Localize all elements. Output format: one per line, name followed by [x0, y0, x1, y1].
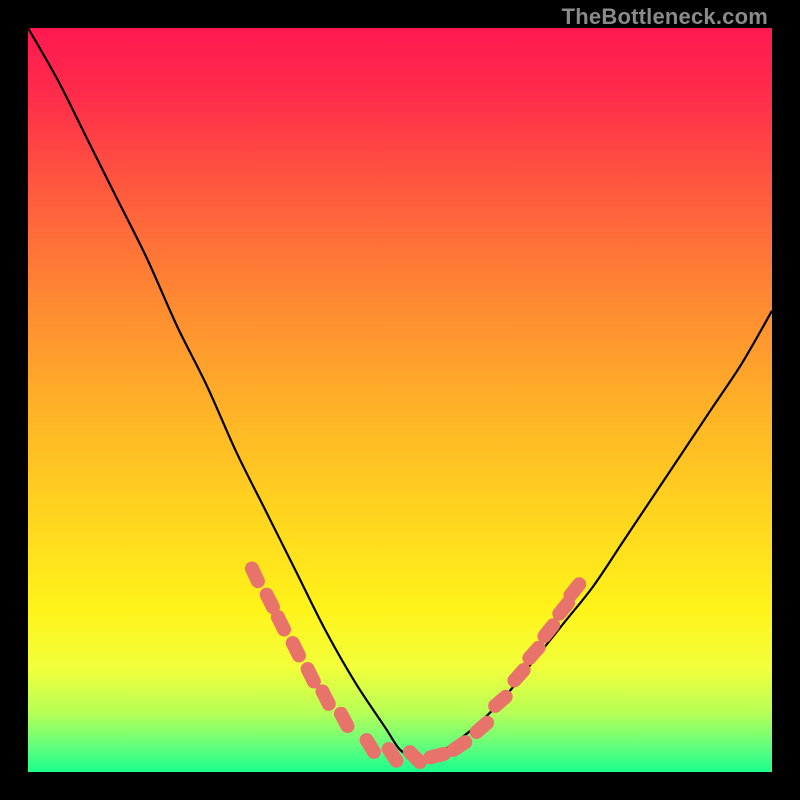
bottleneck-chart — [28, 28, 772, 772]
gradient-background — [28, 28, 772, 772]
watermark-text: TheBottleneck.com — [562, 4, 768, 30]
chart-frame — [28, 28, 772, 772]
plot-area — [28, 28, 772, 772]
